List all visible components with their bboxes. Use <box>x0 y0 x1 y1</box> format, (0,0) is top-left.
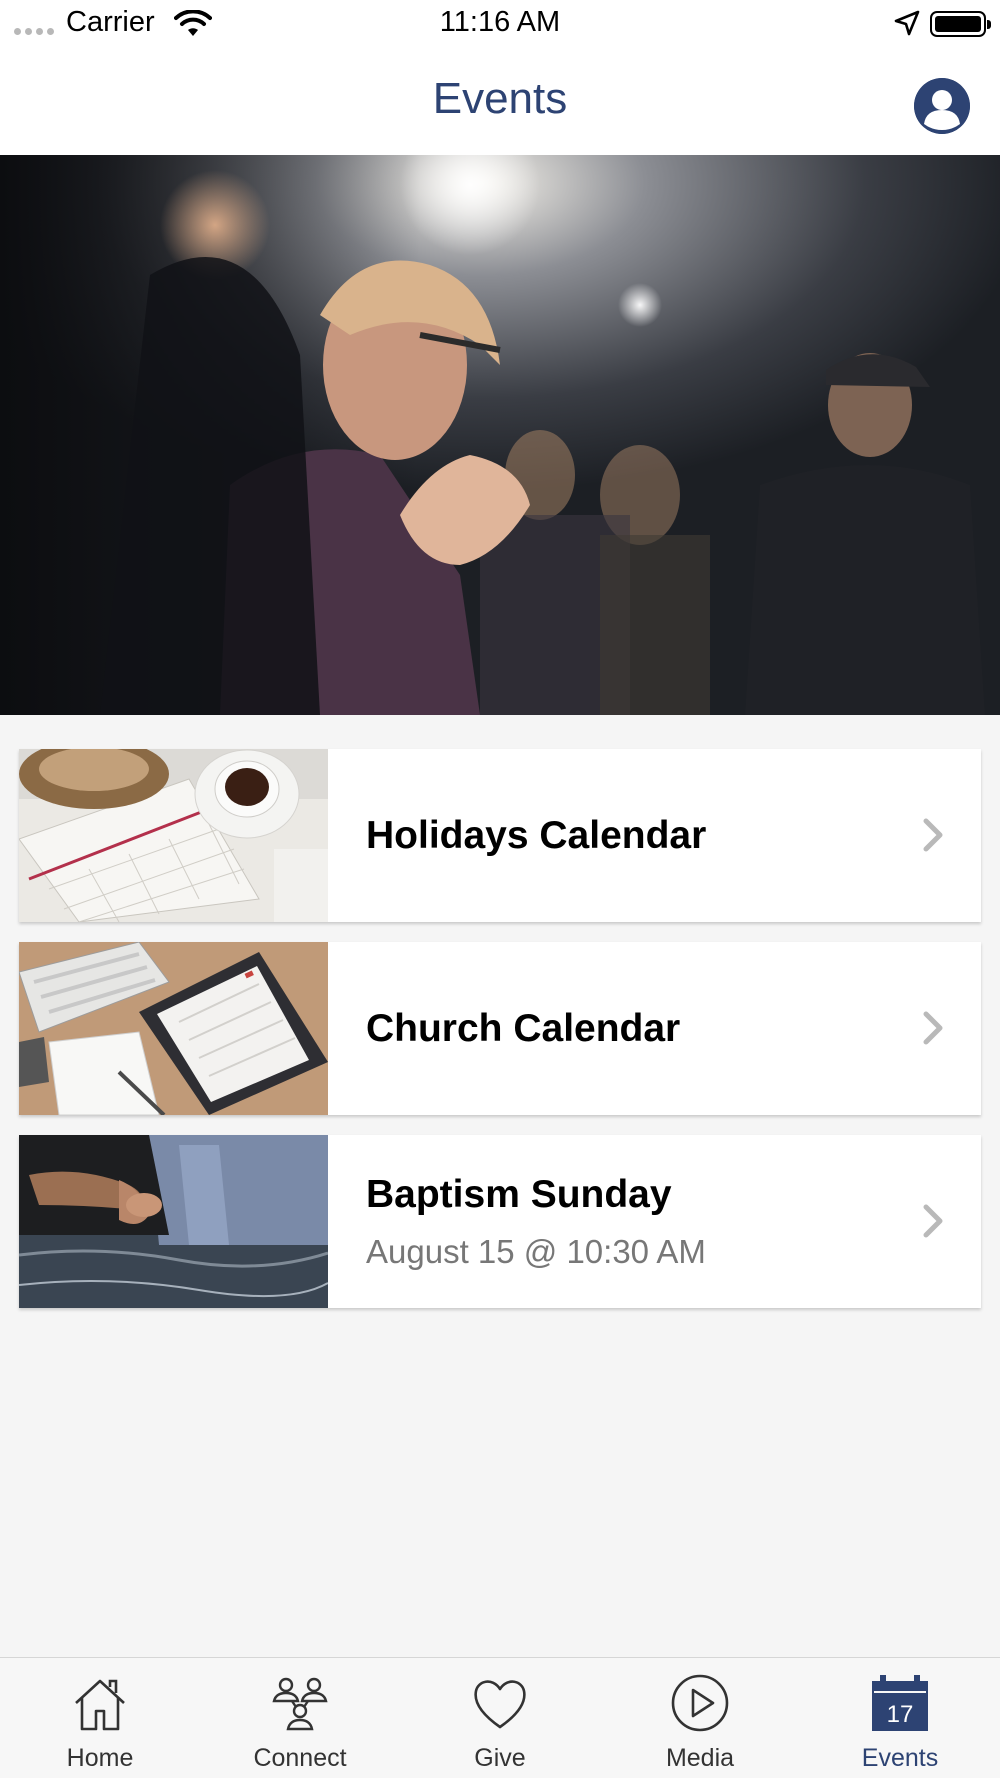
event-title: Holidays Calendar <box>366 813 707 857</box>
tab-label: Connect <box>253 1744 347 1772</box>
people-icon <box>272 1677 328 1731</box>
battery-icon <box>930 11 991 37</box>
heart-icon <box>474 1680 526 1729</box>
tab-label: Home <box>66 1744 134 1772</box>
tab-events[interactable]: 17 Events <box>800 1658 1000 1778</box>
tab-connect[interactable]: Connect <box>200 1658 400 1778</box>
event-card[interactable]: Baptism Sunday August 15 @ 10:30 AM <box>19 1135 981 1308</box>
tablet-calendar-photo <box>19 942 328 1115</box>
status-bar: Carrier 11:16 AM <box>0 0 1000 50</box>
hero-image <box>0 155 1000 715</box>
chevron-right-icon <box>923 1011 943 1045</box>
event-date: August 15 @ 10:30 AM <box>366 1232 706 1270</box>
clock: 11:16 AM <box>439 6 561 38</box>
chevron-right-icon <box>923 1204 943 1238</box>
event-card[interactable]: Holidays Calendar <box>19 749 981 922</box>
tab-label: Give <box>474 1744 526 1772</box>
chevron-right-icon <box>923 818 943 852</box>
tab-label: Events <box>861 1744 939 1772</box>
house-icon <box>75 1679 125 1731</box>
navigation-bar: Events <box>0 50 1000 155</box>
play-circle-icon <box>671 1674 729 1732</box>
person-circle-icon <box>914 78 970 134</box>
events-list: Holidays Calendar Church Calendar Baptis… <box>19 749 981 1328</box>
tab-home[interactable]: Home <box>0 1658 200 1778</box>
location-arrow-icon <box>894 10 920 36</box>
event-title: Baptism Sunday <box>366 1172 672 1216</box>
calendar-day-number: 17 <box>887 1701 914 1728</box>
page-title: Events <box>432 74 568 123</box>
tab-label: Media <box>665 1744 735 1772</box>
profile-button[interactable] <box>914 78 970 134</box>
baptism-photo <box>19 1135 328 1308</box>
event-title: Church Calendar <box>366 1006 681 1050</box>
tab-give[interactable]: Give <box>400 1658 600 1778</box>
tab-media[interactable]: Media <box>600 1658 800 1778</box>
planner-and-coffee-photo <box>19 749 328 922</box>
event-card[interactable]: Church Calendar <box>19 942 981 1115</box>
tab-bar: Home Connect Give Media 17 Events <box>0 1657 1000 1778</box>
calendar-icon: 17 <box>872 1675 928 1731</box>
